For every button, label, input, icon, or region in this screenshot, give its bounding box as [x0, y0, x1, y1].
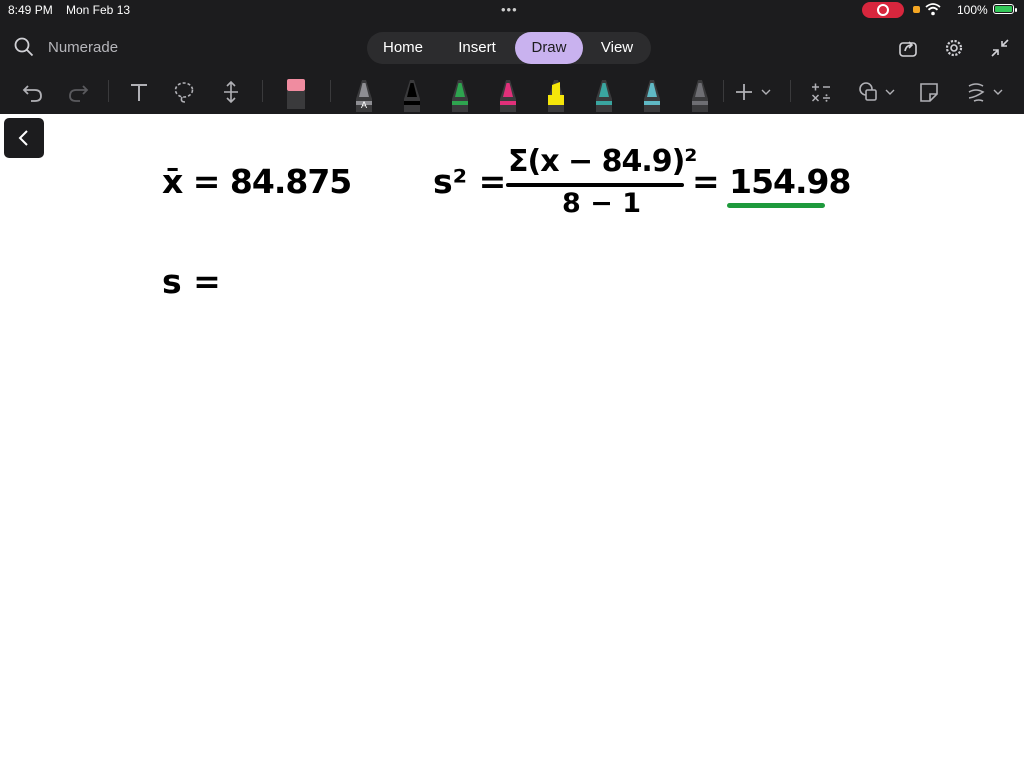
- ink-options-icon[interactable]: [966, 80, 1004, 104]
- gear-icon[interactable]: [944, 38, 964, 58]
- pen-8-icon[interactable]: [690, 77, 710, 112]
- notebook-title[interactable]: Numerade: [48, 39, 118, 56]
- sticky-note-icon[interactable]: [918, 80, 940, 104]
- search-icon[interactable]: [14, 37, 34, 57]
- variance-numerator: Σ(x − 84.9)²: [508, 144, 697, 179]
- mean-equation: x̄ = 84.875: [162, 162, 352, 201]
- toolbar-divider: [790, 80, 791, 102]
- tab-insert[interactable]: Insert: [439, 32, 515, 64]
- mic-indicator-icon: [913, 6, 920, 13]
- redo-icon[interactable]: [67, 80, 89, 104]
- variance-lhs: s² =: [433, 162, 507, 201]
- toolbar-divider: [262, 80, 263, 102]
- pen-7-icon[interactable]: [642, 77, 662, 112]
- pen-6-icon[interactable]: [594, 77, 614, 112]
- svg-text:A: A: [361, 100, 367, 110]
- app-toolbar: 8:49 PM Mon Feb 13 ••• 100% Numerade Hom…: [0, 0, 1024, 114]
- pen-3-icon[interactable]: [450, 77, 470, 112]
- screen-recording-indicator[interactable]: [862, 2, 904, 18]
- fraction-bar: [506, 183, 684, 187]
- note-canvas[interactable]: x̄ = 84.875 s² = Σ(x − 84.9)² 8 − 1 = 15…: [0, 114, 1024, 768]
- eraser-icon[interactable]: [286, 77, 306, 109]
- undo-icon[interactable]: [22, 80, 44, 104]
- wifi-icon: [925, 3, 941, 16]
- std-dev-equation: s =: [162, 262, 221, 301]
- variance-result: = 154.98: [692, 162, 851, 201]
- status-date: Mon Feb 13: [66, 3, 131, 17]
- pen-4-icon[interactable]: [498, 77, 518, 112]
- math-icon[interactable]: [810, 80, 832, 104]
- shapes-icon[interactable]: [858, 80, 896, 104]
- ribbon-tabs: Home Insert Draw View: [367, 32, 651, 64]
- collapse-icon[interactable]: [990, 38, 1010, 58]
- tab-home[interactable]: Home: [371, 32, 435, 64]
- toolbar-divider: [330, 80, 331, 102]
- status-time: 8:49 PM: [8, 3, 53, 17]
- multitasking-dots[interactable]: •••: [501, 2, 518, 17]
- toolbar-divider: [108, 80, 109, 102]
- insert-space-icon[interactable]: [220, 80, 242, 104]
- pencil-1-icon[interactable]: A: [354, 77, 374, 112]
- result-underline: [727, 203, 825, 208]
- toolbar-divider: [723, 80, 724, 102]
- record-icon: [877, 4, 889, 16]
- add-pen-icon[interactable]: [735, 80, 771, 104]
- share-icon[interactable]: [898, 38, 918, 58]
- battery-icon: [993, 4, 1017, 14]
- tab-view[interactable]: View: [585, 32, 649, 64]
- highlighter-5-icon[interactable]: [546, 77, 566, 112]
- battery-percent: 100%: [957, 3, 988, 17]
- status-bar: 8:49 PM Mon Feb 13 ••• 100%: [0, 0, 1024, 20]
- variance-denominator: 8 − 1: [562, 188, 641, 219]
- tab-draw[interactable]: Draw: [515, 32, 583, 64]
- text-icon[interactable]: [128, 80, 150, 104]
- lasso-icon[interactable]: [173, 80, 195, 104]
- pen-2-icon[interactable]: [402, 77, 422, 112]
